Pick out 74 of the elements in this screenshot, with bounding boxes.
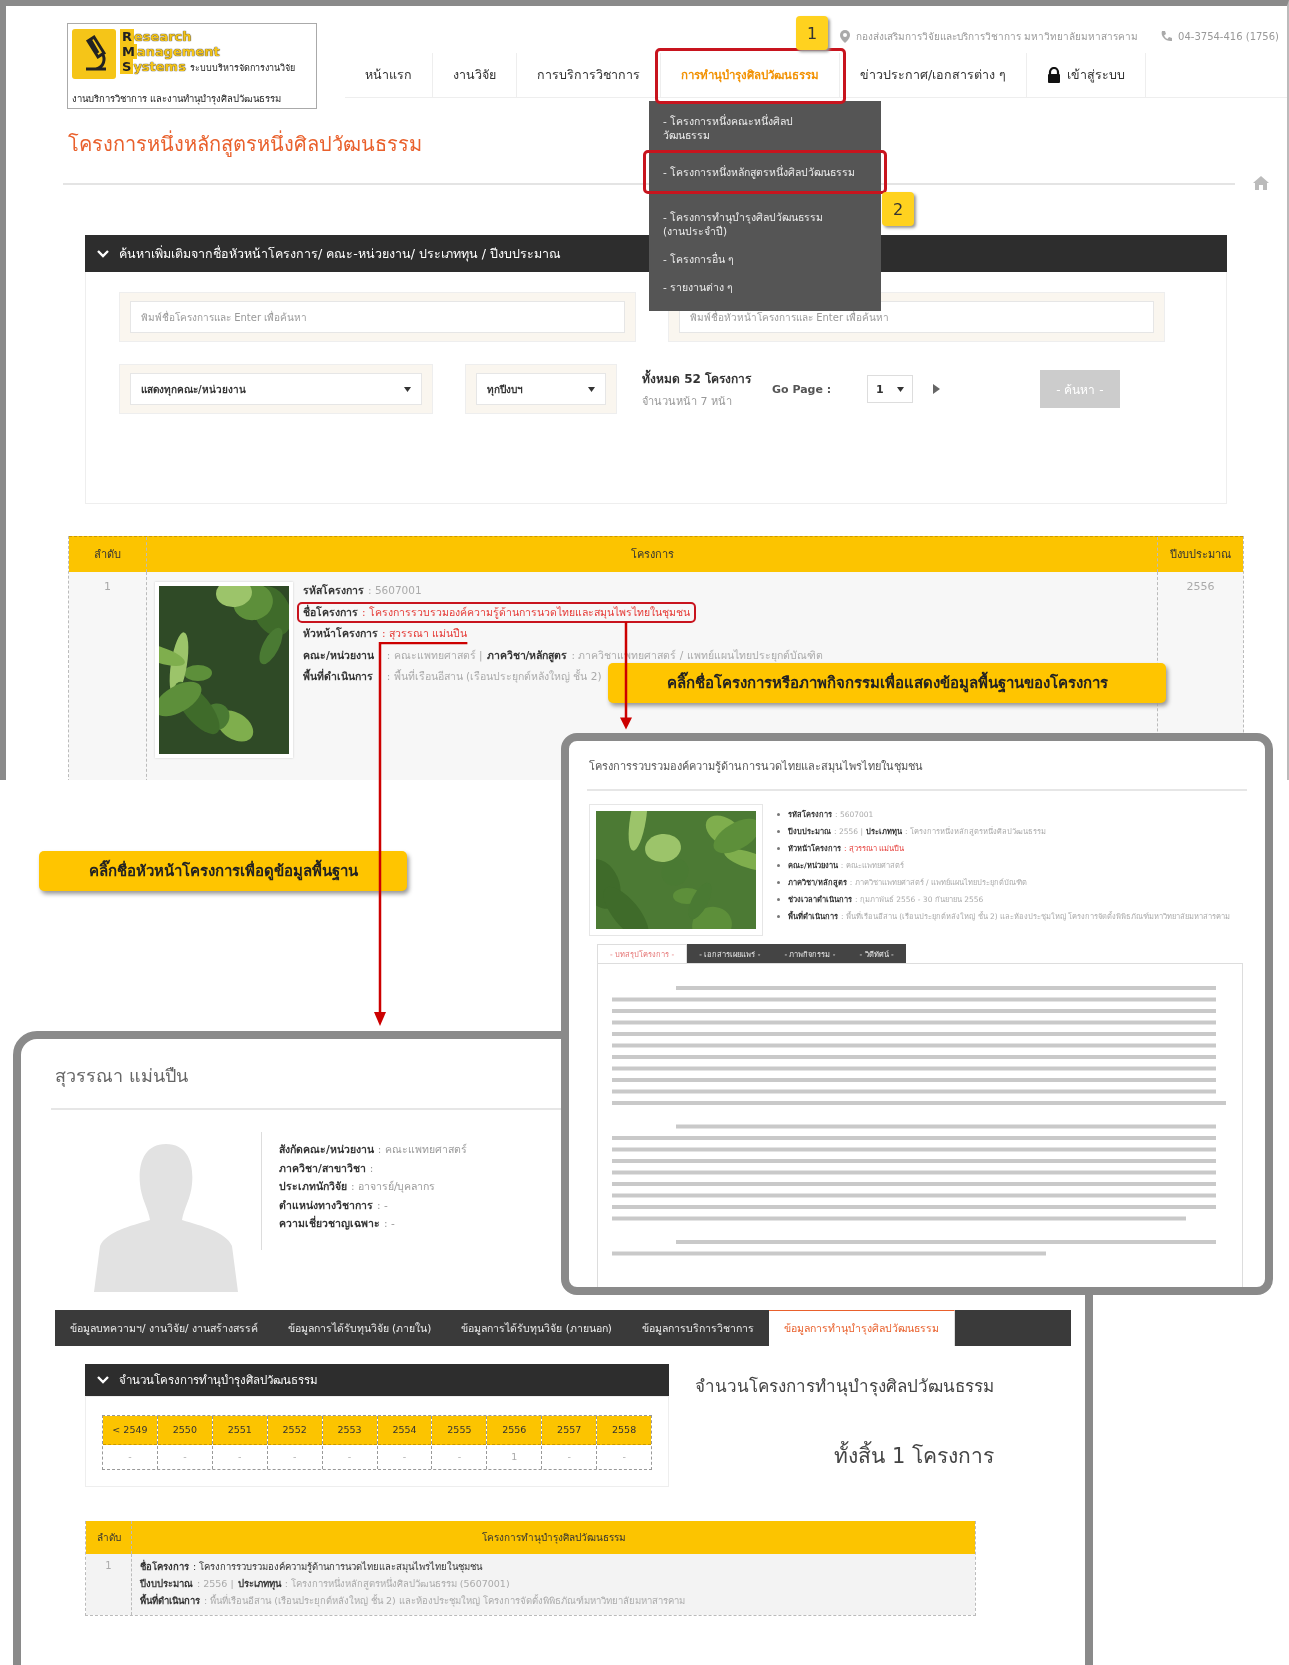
step-badge: 1 xyxy=(796,16,828,50)
logo-word: anagement xyxy=(136,44,220,59)
field-label: หัวหน้าโครงการ xyxy=(303,626,378,641)
field-label: ภาควิชา/สาขาวิชา xyxy=(279,1160,366,1176)
field-value: : - xyxy=(377,1197,388,1213)
column-header: 2555 xyxy=(432,1416,487,1445)
field-label: คณะ/หน่วยงาน xyxy=(303,647,374,663)
field-value: : 5607001 xyxy=(368,583,422,598)
callout-note: คลิ๊กชื่อหัวหน้าโครงการเพื่อดูข้อมูลพื้นฐาน xyxy=(39,851,407,891)
phone-number: 04-3754-416 (1756) xyxy=(1178,30,1279,42)
table-cell-text: - xyxy=(291,1450,298,1464)
column-header: ปีงบประมาณ xyxy=(1169,547,1232,563)
table-cell-text: - xyxy=(621,1450,627,1464)
summary-total: ทั้งสิ้น 1 โครงการ xyxy=(834,1439,994,1472)
table-cell-text: - xyxy=(237,1450,243,1464)
column-header: 2552 xyxy=(267,1416,322,1445)
table-cell-text: 2556 xyxy=(1185,579,1216,595)
logo-subtitle: ระบบบริหารจัดการงานวิจัย xyxy=(189,62,295,75)
logo-word: ystems xyxy=(133,59,186,74)
column-header: 2558 xyxy=(597,1416,652,1445)
column-header: โครงการทำนุบำรุงศิลปวัฒนธรรม xyxy=(480,1531,627,1546)
table-cell: 1 xyxy=(69,572,147,780)
callout-note: คลิ๊กชื่อโครงการหรือภาพกิจกรรมเพื่อแสดงข้อมูลพื้นฐานของโครงการ xyxy=(608,663,1166,703)
column-header: 2551 xyxy=(212,1416,267,1445)
page-count: จำนวนหน้า 7 หน้า xyxy=(642,393,733,410)
table-cell-text: - xyxy=(456,1450,463,1464)
column-header: < 2549 xyxy=(103,1416,157,1445)
go-page-label: Go Page : xyxy=(772,382,833,396)
field-value: : คณะแพทยศาสตร์ | xyxy=(386,647,483,664)
column-header: 2557 xyxy=(542,1416,597,1445)
field-value: : โครงการรวบรวมองค์ความรู้ด้านการนวดไทยและสมุนไพรไทยในชุมชน xyxy=(193,1560,483,1575)
address-text: กองส่งเสริมการวิจัยและบริการวิชาการ มหาวิทยาลัยมหาสารคาม xyxy=(855,29,1139,44)
field-label: พื้นที่ดำเนินการ xyxy=(140,1592,200,1608)
field-value: : โครงการหนึ่งหลักสูตรหนึ่งศิลปวัฒนธรรม (5607001) xyxy=(284,1576,510,1592)
step-badge: 2 xyxy=(882,192,914,226)
column-header: 2554 xyxy=(377,1416,432,1445)
table-cell-text: - xyxy=(182,1450,188,1464)
field-label: ตำแหน่งทางวิชาการ xyxy=(279,1197,373,1213)
result-count: ทั้งหมด 52 โครงการ xyxy=(642,368,753,388)
column-header: 2553 xyxy=(322,1416,377,1445)
field-value: : 2556 | xyxy=(197,1577,234,1591)
table-cell: 1 xyxy=(86,1554,132,1615)
field-label: ชื่อโครงการ xyxy=(303,603,358,620)
summary-title: จำนวนโครงการทำนุบำรุงศิลปวัฒนธรรม xyxy=(695,1375,994,1399)
field-value: : อาจารย์/บุคลากร xyxy=(351,1179,436,1195)
field-value: : คณะแพทยศาสตร์ xyxy=(377,1142,467,1157)
table-cell-text: - xyxy=(346,1450,353,1464)
field-value: : พื้นที่เรือนอีสาน (เรือนประยุกต์หลังใหญ่ ชั้น 2) xyxy=(386,668,602,685)
field-value: : xyxy=(369,1160,374,1176)
table-cell-text: - xyxy=(127,1450,133,1464)
column-header: 2556 xyxy=(487,1416,542,1445)
field-value: : พื้นที่เรือนอีสาน (เรือนประยุกต์หลังใหญ่ ชั้น 2) และห้องประชุมใหญ่ โครงการจัดตั้งพิพิธภัณฑ์มหาวิทยาลัยมหาสารคาม xyxy=(204,1593,685,1609)
column-header: 2550 xyxy=(157,1416,212,1445)
field-label: ความเชี่ยวชาญเฉพาะ xyxy=(279,1214,380,1232)
field-label: พื้นที่ดำเนินการ xyxy=(303,668,373,684)
field-label: ประเภททุน xyxy=(237,1577,281,1592)
researcher-name: สุวรรณา แม่นปืน xyxy=(55,1064,189,1089)
popup-title: โครงการรวบรวมองค์ความรู้ด้านการนวดไทยและสมุนไพรไทยในชุมชน xyxy=(589,759,924,775)
page-title: โครงการหนึ่งหลักสูตรหนึ่งศิลปวัฒนธรรม xyxy=(68,129,422,159)
field-label: ประเภทนักวิจัย xyxy=(279,1179,347,1194)
logo-letter: R xyxy=(120,29,134,44)
field-label: ปีงบประมาณ xyxy=(140,1577,193,1591)
field-label: ชื่อโครงการ xyxy=(140,1558,189,1574)
field-label: สังกัดคณะ/หน่วยงาน xyxy=(279,1142,374,1157)
field-label: ภาควิชา/หลักสูตร xyxy=(486,647,568,664)
logo-letter: S xyxy=(120,59,134,74)
logo-word: esearch xyxy=(134,29,192,44)
table-cell-text: 1 xyxy=(510,1450,519,1464)
table-cell-text: - xyxy=(401,1450,408,1464)
logo-letter: M xyxy=(120,44,137,59)
field-label: รหัสโครงการ xyxy=(303,583,364,598)
logo-tagline: งานบริการวิชาการ และงานทำนุบำรุงศิลปวัฒนธรรม xyxy=(72,92,283,106)
field-value: : - xyxy=(384,1216,395,1231)
table-cell-text: - xyxy=(566,1450,572,1464)
